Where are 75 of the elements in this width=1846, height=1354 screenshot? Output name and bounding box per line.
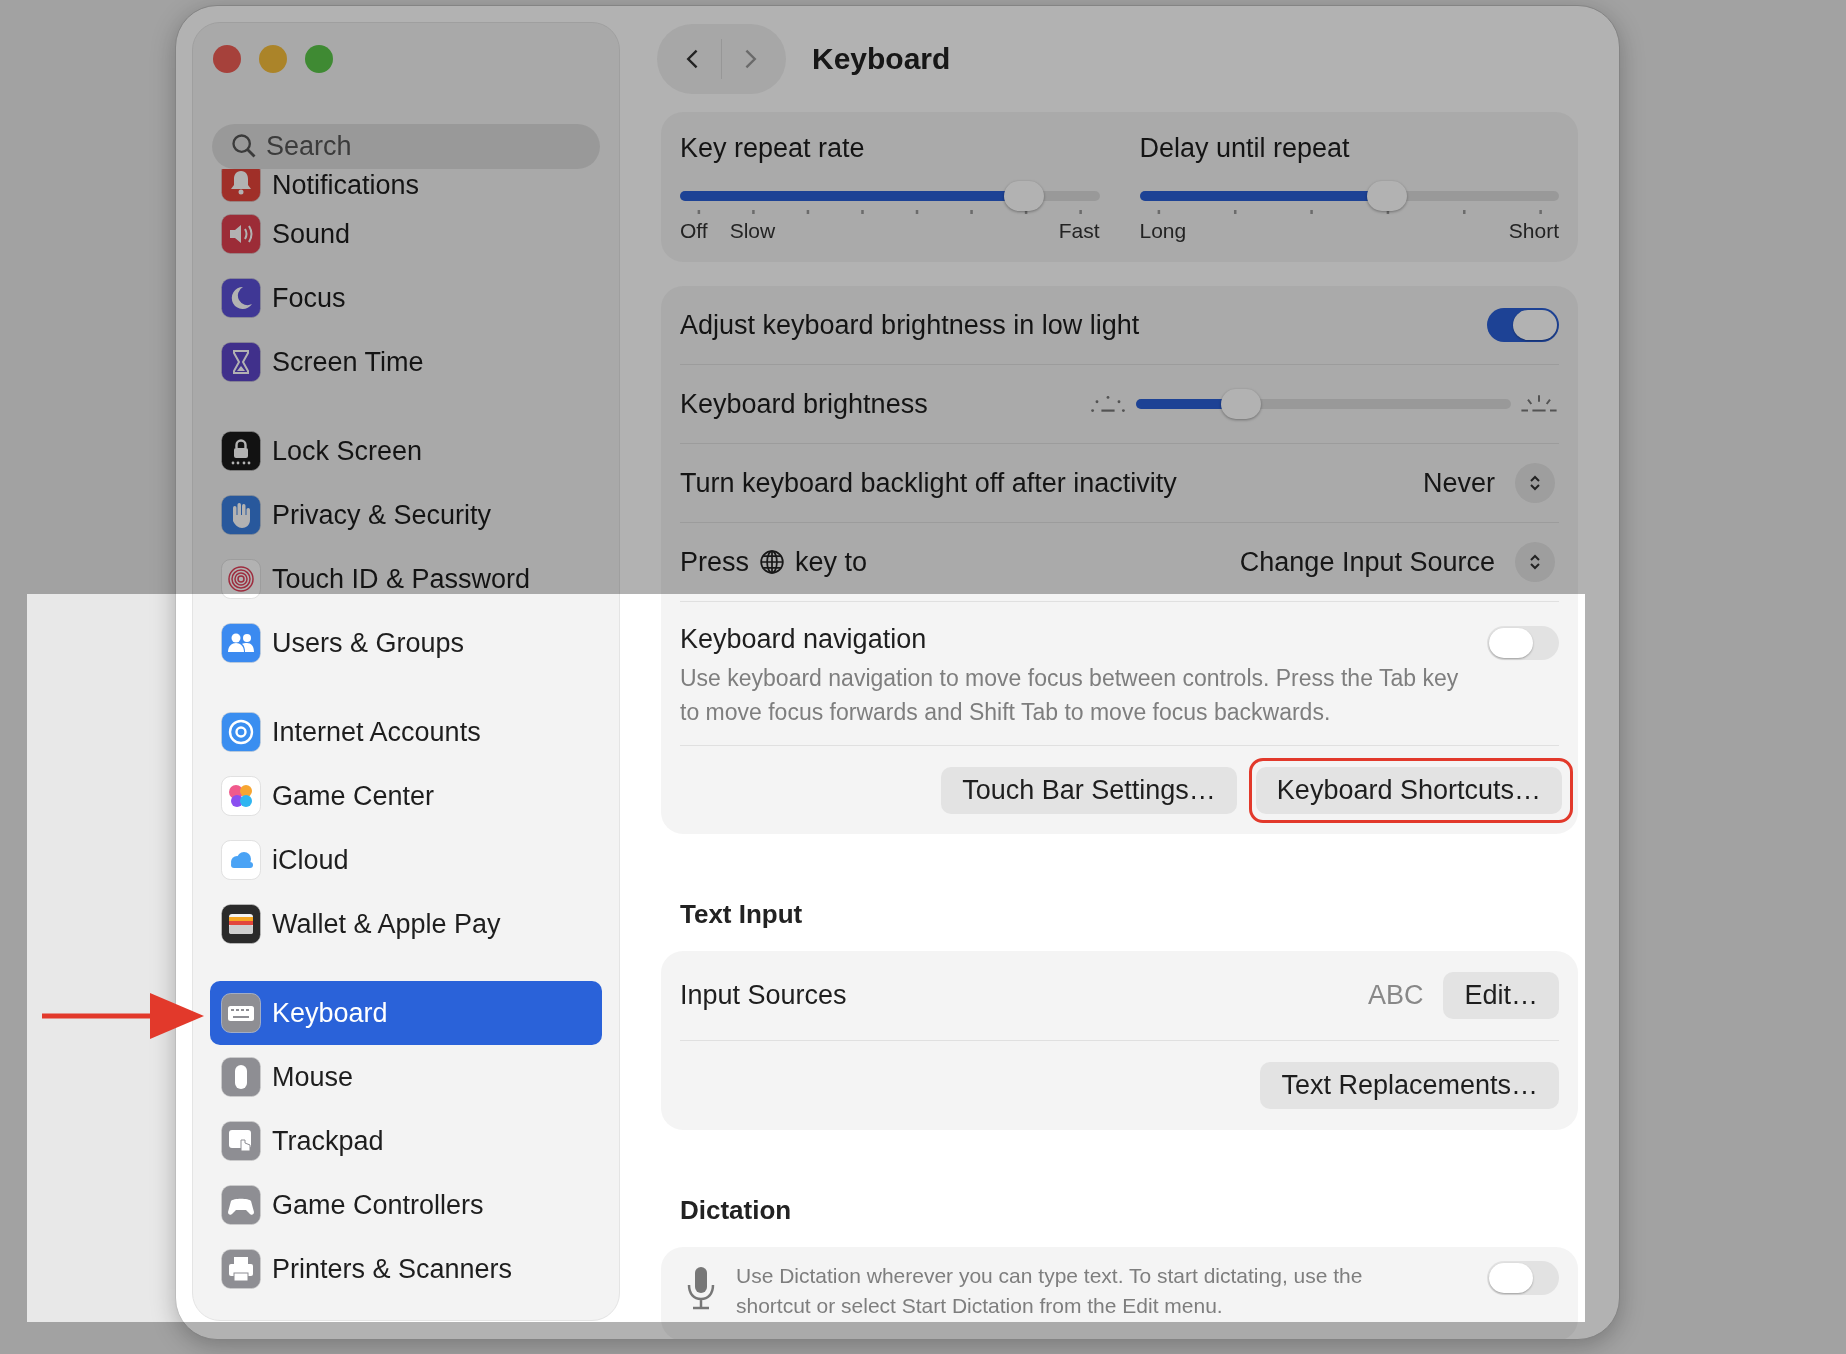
page-title: Keyboard [812,42,951,76]
setting-label: Delay until repeat [1139,133,1351,164]
sidebar-item[interactable]: Game Center [210,764,602,828]
sidebar-item[interactable]: Trackpad [210,1109,602,1173]
moon-icon [221,278,261,318]
zoom-button[interactable] [305,45,333,73]
popup-value: Change Input Source [1239,546,1495,578]
hourglass-icon [221,342,261,382]
slider-thumb[interactable] [1004,181,1044,211]
sidebar-item[interactable]: Internet Accounts [210,700,602,764]
globe-icon [759,549,786,575]
sidebar-item[interactable]: Touch ID & Password [210,547,602,611]
sidebar-item[interactable]: Lock Screen [210,419,602,483]
sidebar-item[interactable]: Focus [210,266,602,330]
toggle-switch[interactable] [1487,626,1559,660]
gamepad-icon [221,1185,261,1225]
minimize-button[interactable] [259,45,287,73]
settings-button[interactable]: Text Replacements… [1260,1062,1559,1109]
hand-icon [221,495,261,535]
setting-label: Press [680,546,750,578]
setting-label: Keyboard navigation [680,624,928,655]
lock-icon [221,431,261,471]
mouse-icon [221,1057,261,1097]
sidebar-item[interactable]: Printers & Scanners [210,1237,602,1301]
tick-label: Short [1508,219,1559,243]
setting-value: ABC [1367,980,1424,1011]
search-icon [230,132,258,160]
sidebar-item[interactable]: Screen Time [210,330,602,394]
settings-button[interactable]: Keyboard Shortcuts… [1255,766,1562,814]
sidebar-item[interactable]: Privacy & Security [210,483,602,547]
tick-label: Slow [729,219,776,243]
sidebar-item[interactable]: iCloud [210,828,602,892]
section-heading: Text Input [679,898,804,931]
speaker-icon [221,214,261,254]
setting-description: Use keyboard navigation to move focus between controls. Press the Tab key to move focus forwards and Shift Tab to move focus backwards. [680,664,1460,727]
keyboard-icon [221,993,261,1033]
bubbles-icon [221,776,261,816]
slider-thumb[interactable] [1221,389,1261,419]
toggle-switch[interactable] [1487,1261,1559,1295]
wallet-icon [221,904,261,944]
setting-label: Input Sources [680,980,847,1011]
popup-value: Never [1422,467,1495,499]
edit-button[interactable]: Edit… [1443,972,1559,1019]
fingerprint-icon [221,559,261,599]
people-icon [221,623,261,663]
sidebar-item[interactable]: Mouse [210,1045,602,1109]
trackpad-icon [221,1121,261,1161]
sidebar-item[interactable]: Keyboard [210,981,602,1045]
tick-label: Long [1139,219,1187,243]
close-button[interactable] [213,45,241,73]
toggle-switch[interactable] [1487,308,1559,342]
tick-label: Off [680,219,708,243]
tick-label: Fast [1058,219,1100,243]
section-heading: Dictation [679,1194,793,1227]
sidebar-item[interactable]: Users & Groups [210,611,602,675]
bright-sun-icon [1519,393,1559,415]
printer-icon [221,1249,261,1289]
setting-label: Key repeat rate [680,133,866,164]
setting-label: Keyboard brightness [680,388,928,420]
bell-icon [221,169,261,202]
setting-label: key to [795,546,868,578]
at-sign-icon [221,712,261,752]
setting-label: Adjust keyboard brightness in low light [680,309,1140,341]
setting-label: Turn keyboard backlight off after inactivity [680,467,1177,499]
cloud-icon [221,840,261,880]
settings-button[interactable]: Touch Bar Settings… [941,766,1237,814]
sidebar-item[interactable]: Game Controllers [210,1173,602,1237]
sidebar-item[interactable]: Sound [210,202,602,266]
dim-sun-icon [1088,393,1128,415]
popup-button[interactable] [1515,542,1555,582]
popup-button[interactable] [1515,463,1555,503]
slider-thumb[interactable] [1367,181,1407,211]
sidebar-item[interactable]: Wallet & Apple Pay [210,892,602,956]
microphone-icon [686,1265,716,1311]
dictation-description: Use Dictation wherever you can type text. To start dictating, use the shortcut or select Start Dictation from the Edit menu. [736,1263,1364,1319]
